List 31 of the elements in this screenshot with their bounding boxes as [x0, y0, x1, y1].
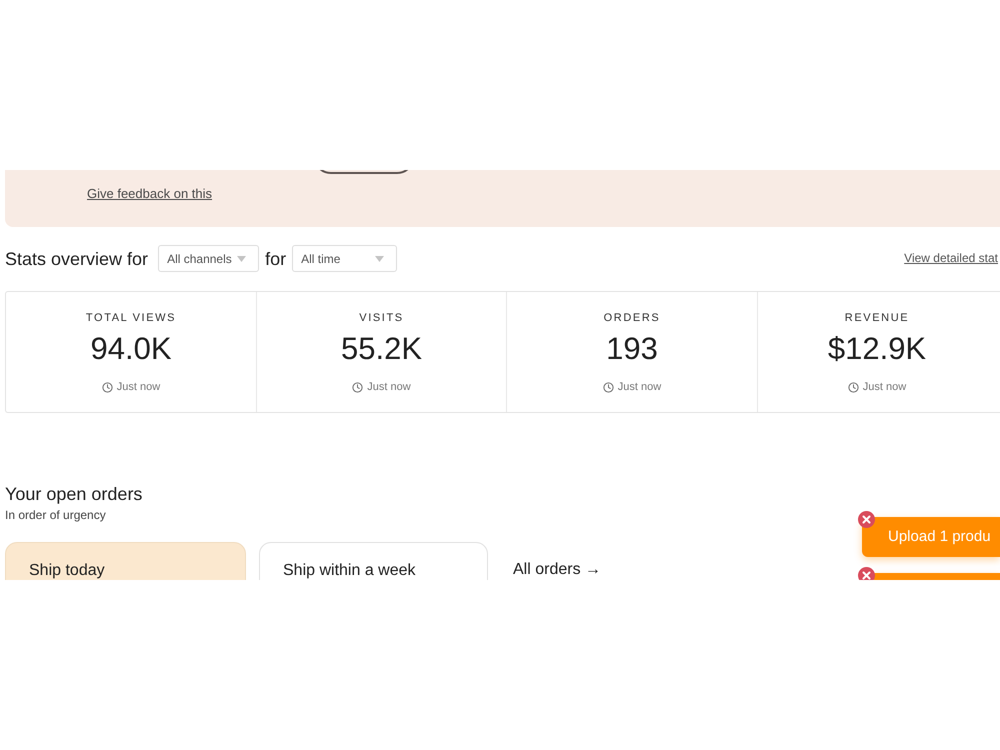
metric-value: $12.9K	[828, 331, 926, 367]
clock-icon	[352, 382, 364, 393]
section-subtitle: In order of urgency	[5, 508, 106, 523]
section-title: Your open orders	[5, 483, 142, 505]
metric-label: TOTAL VIEWS	[86, 311, 176, 325]
metric-label: REVENUE	[844, 311, 910, 325]
order-tab[interactable]: Ship within a week	[259, 542, 488, 580]
order-tab[interactable]: Ship today	[5, 542, 246, 580]
updated-text: Just now	[618, 381, 662, 394]
metric-label: VISITS	[359, 311, 404, 325]
updated-text: Just now	[862, 381, 906, 394]
clock-icon	[602, 382, 614, 393]
clock-icon	[848, 382, 859, 393]
section-title: Stats overview for	[5, 248, 148, 270]
clock-icon	[102, 382, 113, 393]
close-icon[interactable]	[858, 511, 875, 528]
feedback-link[interactable]: Give feedback on this	[87, 186, 212, 202]
metric-label: ORDERS	[604, 311, 660, 325]
detail-link[interactable]: View detailed stat	[904, 251, 1000, 266]
updated-text: Just now	[367, 381, 411, 394]
metric-value: 94.0K	[90, 331, 172, 367]
caret-icon	[375, 256, 384, 262]
caret-icon	[237, 256, 246, 262]
channel-select[interactable]: All channels	[158, 245, 260, 272]
period-select[interactable]: All time	[292, 245, 398, 272]
metric-value: 193	[606, 331, 658, 367]
updated-text: Just now	[116, 381, 160, 394]
connector-text: for	[265, 248, 286, 270]
close-icon[interactable]	[858, 567, 875, 580]
all-orders-link[interactable]: All orders →	[513, 560, 602, 580]
metric-value: 55.2K	[340, 331, 422, 367]
